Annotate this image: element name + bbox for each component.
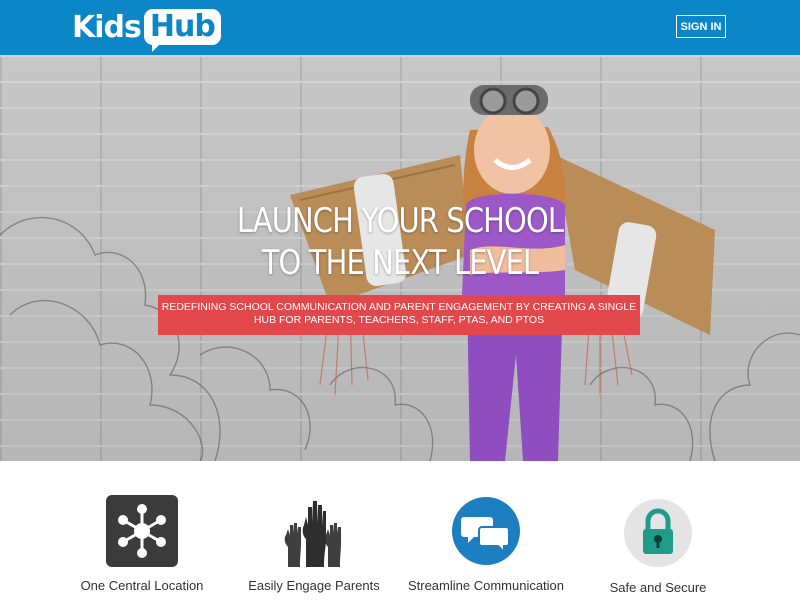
feature-safe-and-secure: Safe and Secure	[578, 497, 738, 595]
feature-label: Easily Engage Parents	[248, 578, 380, 593]
hero-subheadline-banner: REDEFINING SCHOOL COMMUNICATION AND PARE…	[158, 295, 640, 335]
logo-kids-text: Kids	[72, 9, 142, 45]
kidshub-logo[interactable]: Kids Hub	[72, 8, 221, 52]
chat-bubbles-icon	[450, 495, 522, 567]
feature-easily-engage-parents: Easily Engage Parents	[234, 495, 394, 593]
sign-in-button[interactable]: SIGN IN	[676, 15, 726, 38]
feature-label: Safe and Secure	[609, 580, 707, 595]
features-section: One Central Location Easily Engage Paren…	[0, 461, 800, 600]
headline-line-2: TO THE NEXT LEVEL	[261, 243, 539, 283]
feature-one-central-location: One Central Location	[62, 495, 222, 593]
headline-line-1: LAUNCH YOUR SCHOOL	[236, 201, 564, 241]
logo-hub-bubble: Hub	[143, 9, 221, 52]
hero-headline: LAUNCH YOUR SCHOOL TO THE NEXT LEVEL	[188, 200, 613, 284]
network-hub-icon	[106, 495, 178, 567]
site-header: Kids Hub SIGN IN	[0, 0, 800, 55]
raised-hands-icon	[278, 495, 350, 567]
hero-section: LAUNCH YOUR SCHOOL TO THE NEXT LEVEL RED…	[0, 55, 800, 461]
padlock-icon	[622, 497, 694, 569]
feature-label: One Central Location	[80, 578, 204, 593]
feature-streamline-communication: Streamline Communication	[406, 495, 566, 593]
feature-label: Streamline Communication	[407, 578, 565, 593]
